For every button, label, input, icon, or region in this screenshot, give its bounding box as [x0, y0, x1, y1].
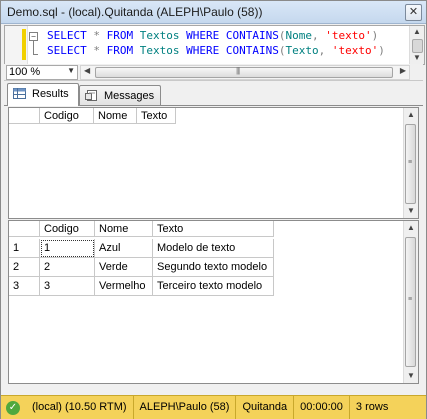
- table-name: Textos: [139, 29, 180, 42]
- status-bar: ✓ (local) (10.50 RTM) ALEPH\Paulo (58) Q…: [1, 395, 426, 419]
- grid-vertical-scrollbar[interactable]: ▲ ≡ ▼: [403, 221, 418, 383]
- row-header-corner: [9, 221, 40, 237]
- row-number[interactable]: 3: [9, 277, 40, 296]
- function-name: CONTAINS: [225, 29, 279, 42]
- star: *: [93, 29, 100, 42]
- keyword: FROM: [106, 44, 134, 57]
- code-line-1[interactable]: SELECT * FROM Textos WHERE CONTAINS(Nome…: [47, 29, 378, 43]
- close-icon: ✕: [408, 6, 419, 18]
- code-line-2[interactable]: SELECT * FROM Textos WHERE CONTAINS(Text…: [47, 44, 385, 58]
- scroll-down-icon[interactable]: ▼: [413, 53, 421, 62]
- zoom-strip: 100 % ▼ ◀ ||| ▶: [4, 64, 423, 81]
- messages-icon: [85, 90, 97, 101]
- tab-messages[interactable]: Messages: [79, 85, 161, 105]
- table-row[interactable]: 3 3 Vermelho Terceiro texto modelo: [9, 277, 274, 296]
- status-server: (local) (10.50 RTM): [26, 396, 134, 419]
- scroll-down-icon[interactable]: ▼: [407, 371, 415, 380]
- scroll-up-icon[interactable]: ▲: [407, 110, 415, 119]
- keyword: SELECT: [47, 44, 87, 57]
- status-user: ALEPH\Paulo (58): [134, 396, 237, 419]
- star: *: [93, 44, 100, 57]
- column-header[interactable]: Nome: [95, 221, 153, 237]
- cell-codigo[interactable]: 3: [40, 277, 95, 296]
- outline-line: [33, 41, 34, 55]
- row-header-corner: [9, 108, 40, 124]
- column-name: Texto: [285, 44, 319, 57]
- chevron-down-icon[interactable]: ▼: [67, 66, 75, 75]
- column-name: Nome: [285, 29, 312, 42]
- window-title: Demo.sql - (local).Quitanda (ALEPH\Paulo…: [7, 5, 263, 19]
- function-name: CONTAINS: [225, 44, 279, 57]
- row-number[interactable]: 1: [9, 239, 40, 258]
- close-button[interactable]: ✕: [405, 4, 422, 21]
- cell-texto[interactable]: Segundo texto modelo: [153, 258, 274, 277]
- editor-vertical-scrollbar[interactable]: ▲ ▼: [409, 26, 424, 64]
- result-grid-1[interactable]: Codigo Nome Texto ▲ ≡ ▼: [8, 107, 419, 219]
- collapse-toggle-icon[interactable]: −: [29, 32, 38, 41]
- zoom-select[interactable]: 100 % ▼: [6, 65, 78, 80]
- grip-icon: ≡: [408, 296, 413, 303]
- tab-label: Messages: [104, 90, 155, 102]
- query-window: Demo.sql - (local).Quitanda (ALEPH\Paulo…: [0, 0, 427, 419]
- cell-texto[interactable]: Modelo de texto: [153, 239, 274, 258]
- scroll-down-icon[interactable]: ▼: [407, 206, 415, 215]
- string-literal: 'texto': [331, 44, 379, 57]
- status-rows: 3 rows: [355, 401, 389, 413]
- cell-nome[interactable]: Verde: [95, 258, 153, 277]
- scroll-left-icon[interactable]: ◀: [84, 66, 90, 75]
- scroll-thumb[interactable]: |||: [95, 66, 393, 78]
- status-elapsed: 00:00:00: [294, 396, 350, 419]
- scroll-up-icon[interactable]: ▲: [413, 27, 421, 36]
- grid-header: Codigo Nome Texto: [9, 221, 274, 238]
- column-header[interactable]: Codigo: [40, 221, 95, 237]
- results-tabbar: Results Messages: [4, 83, 423, 106]
- tab-results[interactable]: Results: [7, 83, 79, 106]
- table-name: Textos: [139, 44, 180, 57]
- column-header[interactable]: Nome: [94, 108, 137, 124]
- table-row[interactable]: 1 1 Azul Modelo de texto: [9, 239, 274, 258]
- grid-results-icon: [13, 88, 26, 99]
- grip-icon: ≡: [408, 159, 413, 166]
- cell-codigo[interactable]: 1: [40, 239, 95, 258]
- column-header[interactable]: Texto: [137, 108, 176, 124]
- zoom-value: 100 %: [9, 66, 41, 78]
- cell-nome[interactable]: Azul: [95, 239, 153, 258]
- scroll-up-icon[interactable]: ▲: [407, 223, 415, 232]
- cell-nome[interactable]: Vermelho: [95, 277, 153, 296]
- row-number[interactable]: 2: [9, 258, 40, 277]
- title-bar[interactable]: Demo.sql - (local).Quitanda (ALEPH\Paulo…: [1, 1, 426, 24]
- sql-editor[interactable]: − SELECT * FROM Textos WHERE CONTAINS(No…: [4, 25, 425, 65]
- scroll-thumb[interactable]: ≡: [405, 237, 416, 367]
- keyword: FROM: [106, 29, 134, 42]
- keyword: WHERE: [186, 29, 220, 42]
- status-database: Quitanda: [236, 396, 295, 419]
- table-row[interactable]: 2 2 Verde Segundo texto modelo: [9, 258, 274, 277]
- cell-codigo[interactable]: 2: [40, 258, 95, 277]
- grid-header: Codigo Nome Texto: [9, 108, 176, 125]
- outline-end: [33, 54, 38, 55]
- editor-horizontal-scrollbar[interactable]: ◀ ||| ▶: [80, 65, 410, 80]
- scroll-right-icon[interactable]: ▶: [400, 66, 406, 75]
- scroll-thumb[interactable]: ≡: [405, 124, 416, 204]
- cell-texto[interactable]: Terceiro texto modelo: [153, 277, 274, 296]
- column-header[interactable]: Codigo: [40, 108, 94, 124]
- success-check-icon: ✓: [6, 400, 20, 415]
- keyword: SELECT: [47, 29, 87, 42]
- tab-label: Results: [32, 88, 69, 100]
- string-literal: 'texto': [325, 29, 372, 42]
- column-header[interactable]: Texto: [153, 221, 274, 237]
- editor-margin: [5, 26, 28, 64]
- result-grid-2[interactable]: Codigo Nome Texto 1 1 Azul Modelo de tex…: [8, 220, 419, 384]
- grip-icon: |||: [236, 66, 240, 75]
- scroll-thumb[interactable]: [412, 39, 423, 53]
- grid-vertical-scrollbar[interactable]: ▲ ≡ ▼: [403, 108, 418, 218]
- change-marker: [22, 29, 26, 60]
- keyword: WHERE: [186, 44, 220, 57]
